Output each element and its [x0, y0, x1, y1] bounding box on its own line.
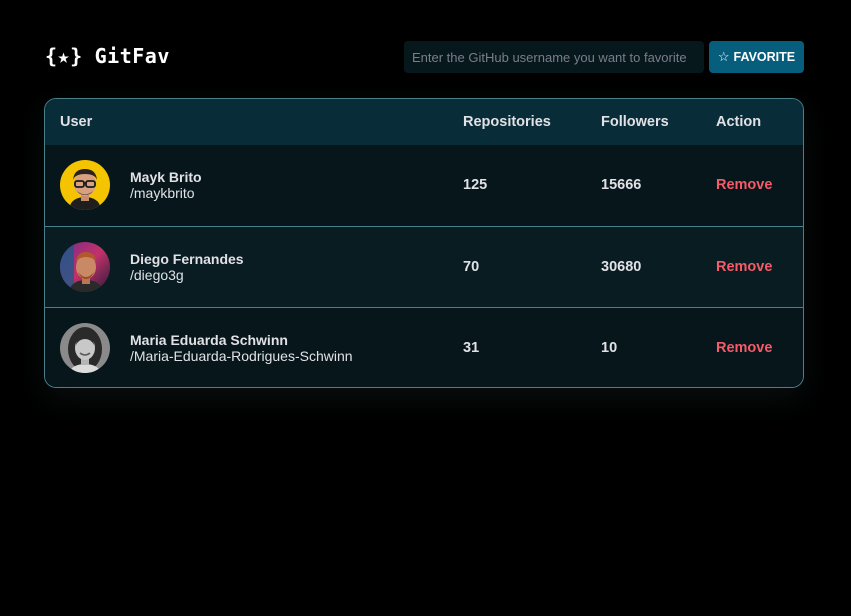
remove-button[interactable]: Remove [716, 340, 772, 356]
repositories-count: 70 [463, 225, 601, 307]
followers-count: 15666 [601, 177, 642, 194]
user-text: Maria Eduarda Schwinn /Maria-Eduarda-Rod… [130, 332, 353, 364]
user-login[interactable]: /diego3g [130, 267, 244, 283]
favorite-button-label: FAVORITE [733, 50, 796, 64]
app-title: GitFav [94, 44, 170, 68]
table-row: Mayk Brito /maykbrito 125 15666 Remove [45, 145, 803, 226]
user-name: Mayk Brito [130, 169, 202, 186]
user-cell: Diego Fernandes /diego3g [45, 225, 463, 307]
followers-count: 10 [601, 306, 716, 387]
header-repositories: Repositories [463, 114, 551, 130]
user-name: Diego Fernandes [130, 250, 244, 267]
favorites-table: User Repositories Followers Action Mayk … [45, 99, 803, 387]
user-info: Maria Eduarda Schwinn /Maria-Eduarda-Rod… [60, 322, 463, 373]
user-login[interactable]: /maykbrito [130, 185, 202, 201]
user-text: Mayk Brito /maykbrito [130, 169, 202, 201]
favorite-button[interactable]: ☆ FAVORITE [709, 41, 804, 73]
action-cell: Remove [716, 145, 803, 226]
table-row: Diego Fernandes /diego3g 70 30680 Remove [45, 225, 803, 307]
avatar[interactable] [60, 160, 110, 211]
user-name: Maria Eduarda Schwinn [130, 331, 288, 348]
remove-button[interactable]: Remove [716, 259, 772, 275]
action-cell: Remove [716, 225, 803, 307]
app-logo: {★} GitFav [45, 44, 170, 68]
table-header-row: User Repositories Followers Action [45, 99, 803, 145]
user-login[interactable]: /Maria-Eduarda-Rodrigues-Schwinn [130, 348, 353, 364]
gitfav-page: {★} GitFav ☆ FAVORITE User Repositories … [0, 0, 851, 616]
star-outline-icon: ☆ [717, 49, 730, 64]
top-bar: {★} GitFav ☆ FAVORITE [45, 41, 804, 73]
header-action: Action [716, 114, 762, 130]
user-info: Diego Fernandes /diego3g [60, 241, 463, 292]
header-followers: Followers [601, 114, 669, 130]
star-braces-icon: {★} [45, 44, 83, 68]
user-info: Mayk Brito /maykbrito [60, 160, 463, 211]
followers-count: 30680 [601, 225, 716, 307]
user-text: Diego Fernandes /diego3g [130, 251, 244, 283]
username-search-input[interactable] [404, 41, 704, 73]
user-cell: Mayk Brito /maykbrito [45, 145, 463, 226]
table-row: Maria Eduarda Schwinn /Maria-Eduarda-Rod… [45, 306, 803, 387]
remove-button[interactable]: Remove [716, 177, 772, 193]
avatar[interactable] [60, 241, 110, 292]
user-cell: Maria Eduarda Schwinn /Maria-Eduarda-Rod… [45, 306, 463, 387]
action-cell: Remove [716, 306, 803, 387]
repositories-count: 31 [463, 306, 601, 387]
avatar[interactable] [60, 322, 110, 373]
favorites-table-container: User Repositories Followers Action Mayk … [44, 98, 804, 388]
repositories-count: 125 [463, 177, 488, 194]
header-user: User [60, 114, 93, 130]
